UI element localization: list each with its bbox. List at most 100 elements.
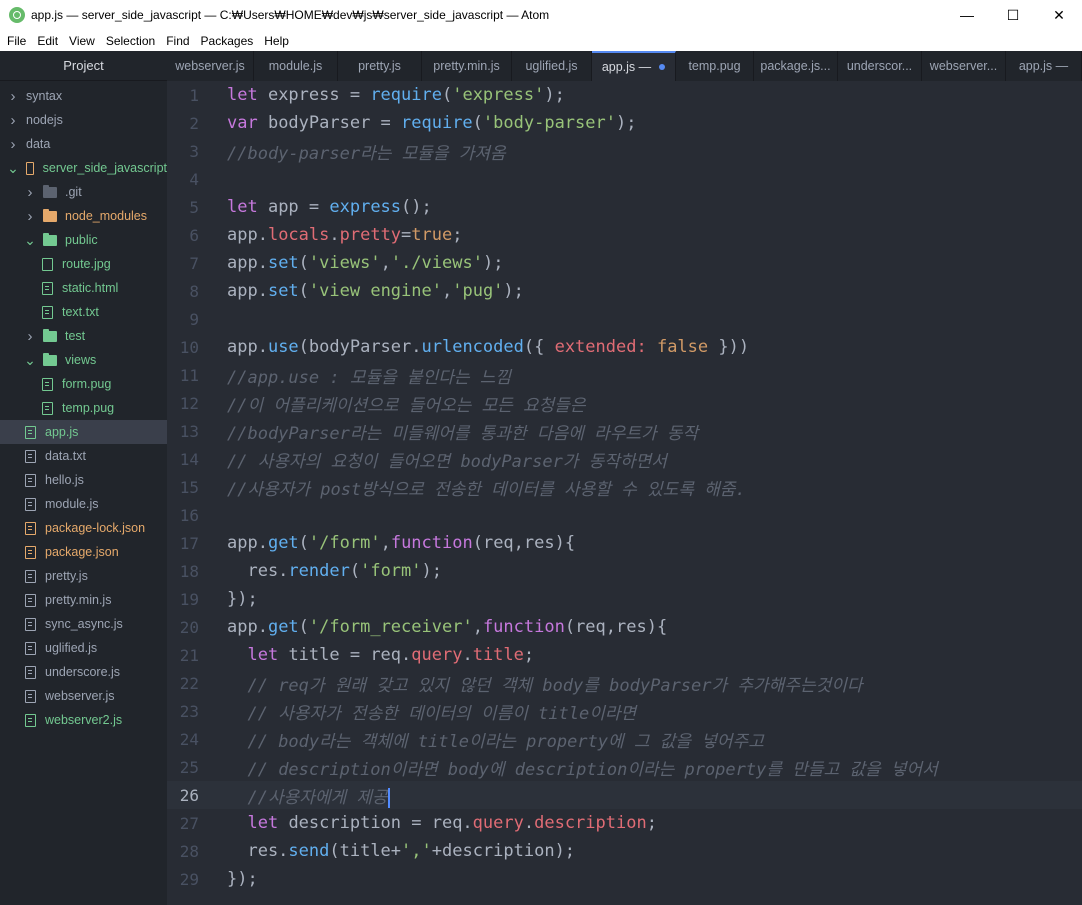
code-token: res. — [227, 841, 289, 861]
tree-item[interactable]: text.txt — [0, 300, 167, 324]
code-line[interactable]: 27 let description = req.query.descripti… — [167, 809, 1082, 837]
tree-item[interactable]: › test — [0, 324, 167, 348]
tree-item[interactable]: pretty.min.js — [0, 588, 167, 612]
tree-item[interactable]: hello.js — [0, 468, 167, 492]
tab-10[interactable]: app.js — — [1006, 51, 1082, 81]
line-number: 29 — [179, 869, 199, 889]
code-line[interactable]: 26 //사용자에게 제공 — [167, 781, 1082, 809]
file-icon — [42, 401, 53, 415]
tree-item[interactable]: app.js — [0, 420, 167, 444]
close-button[interactable]: ✕ — [1036, 0, 1082, 30]
tab-6[interactable]: temp.pug — [676, 51, 754, 81]
tab-5[interactable]: app.js — — [592, 51, 676, 81]
tab-1[interactable]: module.js — [254, 51, 338, 81]
tree-item[interactable]: route.jpg — [0, 252, 167, 276]
tree-item[interactable]: package.json — [0, 540, 167, 564]
tree-item[interactable]: › data — [0, 132, 167, 156]
code-token: app. — [227, 281, 268, 301]
file-icon — [42, 281, 53, 295]
tree-item[interactable]: › node_modules — [0, 204, 167, 228]
tree-item[interactable]: underscore.js — [0, 660, 167, 684]
code-line[interactable]: 19}); — [167, 585, 1082, 613]
code-line[interactable]: 16 — [167, 501, 1082, 529]
code-line[interactable]: 20 app.get('/form_receiver',function(req,… — [167, 613, 1082, 641]
code-token: require — [401, 113, 473, 133]
tree-item[interactable]: › syntax — [0, 84, 167, 108]
code-line[interactable]: 24 // body라는 객체에 title이라는 property에 그 값을… — [167, 725, 1082, 753]
menu-file[interactable]: File — [3, 34, 30, 48]
file-icon — [25, 665, 36, 679]
code-line[interactable]: 10 app.use(bodyParser.urlencoded({ extend… — [167, 333, 1082, 361]
tree-item[interactable]: › .git — [0, 180, 167, 204]
tree-item[interactable]: ⌄ views — [0, 348, 167, 372]
tree-item[interactable]: ⌄ server_side_javascript — [0, 156, 167, 180]
code-line[interactable]: 12 //이 어플리케이션으로 들어오는 모든 요청들은 — [167, 389, 1082, 417]
code-line[interactable]: 22 // req가 원래 갖고 있지 않던 객체 body를 bodyPars… — [167, 669, 1082, 697]
tree-item[interactable]: data.txt — [0, 444, 167, 468]
line-number: 10 — [179, 337, 199, 357]
code-line[interactable]: 1 let express = require('express'); — [167, 81, 1082, 109]
tab-3[interactable]: pretty.min.js — [422, 51, 512, 81]
code-line[interactable]: 25 // description이라면 body에 description이라… — [167, 753, 1082, 781]
code-line[interactable]: 8 app.set('view engine','pug'); — [167, 277, 1082, 305]
code-line[interactable]: 7 app.set('views','./views'); — [167, 249, 1082, 277]
menu-view[interactable]: View — [65, 34, 99, 48]
chevron-down-icon[interactable]: ⌄ — [24, 352, 36, 368]
chevron-down-icon[interactable]: ⌄ — [24, 232, 36, 248]
tab-0[interactable]: webserver.js — [167, 51, 254, 81]
code-line[interactable]: 21 let title = req.query.title; — [167, 641, 1082, 669]
chevron-right-icon[interactable]: › — [25, 328, 35, 345]
chevron-right-icon[interactable]: › — [25, 184, 35, 201]
menu-selection[interactable]: Selection — [102, 34, 159, 48]
chevron-right-icon[interactable]: › — [25, 208, 35, 225]
maximize-button[interactable]: ☐ — [990, 0, 1036, 30]
code-token: title = req. — [278, 645, 412, 665]
code-line[interactable]: 4 — [167, 165, 1082, 193]
chevron-right-icon[interactable]: › — [8, 136, 18, 153]
code-line[interactable]: 5 let app = express(); — [167, 193, 1082, 221]
menu-edit[interactable]: Edit — [33, 34, 62, 48]
tree-item[interactable]: webserver2.js — [0, 708, 167, 732]
tree-item[interactable]: sync_async.js — [0, 612, 167, 636]
tree-item[interactable]: uglified.js — [0, 636, 167, 660]
code-line[interactable]: 18 res.render('form'); — [167, 557, 1082, 585]
minimize-button[interactable]: — — [944, 0, 990, 30]
tab-4[interactable]: uglified.js — [512, 51, 592, 81]
line-number: 27 — [179, 813, 199, 833]
tab-8[interactable]: underscor... — [838, 51, 922, 81]
tree-item[interactable]: webserver.js — [0, 684, 167, 708]
tab-7[interactable]: package.js... — [754, 51, 838, 81]
code-text: //bodyParser라는 미들웨어를 통과한 다음에 라우트가 동작 — [227, 419, 698, 444]
tree-item[interactable]: ⌄ public — [0, 228, 167, 252]
menu-packages[interactable]: Packages — [197, 34, 258, 48]
tab-2[interactable]: pretty.js — [338, 51, 422, 81]
tree-item[interactable]: › nodejs — [0, 108, 167, 132]
code-line[interactable]: 3 //body-parser라는 모듈을 가져옴 — [167, 137, 1082, 165]
tab-9[interactable]: webserver... — [922, 51, 1006, 81]
menu-find[interactable]: Find — [162, 34, 193, 48]
tree-item[interactable]: form.pug — [0, 372, 167, 396]
tree-item[interactable]: module.js — [0, 492, 167, 516]
code-line[interactable]: 17 app.get('/form',function(req,res){ — [167, 529, 1082, 557]
code-line[interactable]: 28 res.send(title+','+description); — [167, 837, 1082, 865]
tree-item-label: data — [26, 137, 51, 151]
menu-help[interactable]: Help — [260, 34, 293, 48]
code-token: false — [656, 337, 709, 357]
code-line[interactable]: 2 var bodyParser = require('body-parser')… — [167, 109, 1082, 137]
code-line[interactable]: 14 // 사용자의 요청이 들어오면 bodyParser가 동작하면서 — [167, 445, 1082, 473]
code-line[interactable]: 13 //bodyParser라는 미들웨어를 통과한 다음에 라우트가 동작 — [167, 417, 1082, 445]
chevron-right-icon[interactable]: › — [8, 88, 18, 105]
tree-item[interactable]: temp.pug — [0, 396, 167, 420]
tree-item[interactable]: static.html — [0, 276, 167, 300]
chevron-down-icon[interactable]: ⌄ — [7, 160, 19, 176]
code-editor[interactable]: 1 let express = require('express'); 2 var b… — [167, 81, 1082, 905]
chevron-right-icon[interactable]: › — [8, 112, 18, 129]
code-line[interactable]: 23 // 사용자가 전송한 데이터의 이름이 title이라면 — [167, 697, 1082, 725]
code-line[interactable]: 15 //사용자가 post방식으로 전송한 데이터를 사용할 수 있도록 해줌. — [167, 473, 1082, 501]
tree-item[interactable]: pretty.js — [0, 564, 167, 588]
code-line[interactable]: 29}); — [167, 865, 1082, 893]
code-line[interactable]: 6 app.locals.pretty=true; — [167, 221, 1082, 249]
code-line[interactable]: 11 //app.use : 모듈을 붙인다는 느낌 — [167, 361, 1082, 389]
code-line[interactable]: 9 — [167, 305, 1082, 333]
tree-item[interactable]: package-lock.json — [0, 516, 167, 540]
